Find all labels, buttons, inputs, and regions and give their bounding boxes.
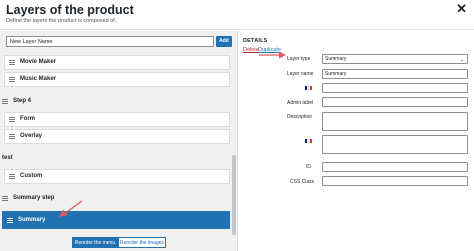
layer-name-input[interactable]: Summary: [322, 69, 468, 79]
layer-list-scrollbar[interactable]: [232, 155, 236, 235]
layer-type-value: Summary: [325, 56, 347, 62]
french-flag-icon: [305, 86, 312, 90]
reorder-tabs: Reorder the menu Reorder the images: [0, 237, 238, 251]
layers-panel: Add Movie Maker Music Maker Step 4 Form …: [0, 31, 238, 251]
admin-label-label: Admin label: [287, 100, 314, 106]
layer-item-custom[interactable]: Custom: [4, 169, 230, 184]
layer-item-summary[interactable]: Summary: [2, 211, 230, 229]
modal-header: Layers of the product Define the layers …: [0, 0, 474, 30]
delete-link[interactable]: Delete: [243, 47, 259, 53]
layer-group-step-4[interactable]: Step 4: [0, 95, 230, 110]
description-label: Description: [287, 114, 313, 120]
drag-handle-icon[interactable]: [9, 60, 15, 65]
css-class-label: CSS Class: [290, 179, 315, 185]
css-class-input[interactable]: [322, 176, 468, 186]
layer-item-overlay[interactable]: Overlay: [4, 129, 230, 144]
close-icon[interactable]: ✕: [456, 2, 467, 16]
layer-item-music-maker[interactable]: Music Maker: [4, 72, 230, 87]
layer-group-label: test: [2, 155, 13, 161]
drag-handle-icon[interactable]: [2, 196, 8, 201]
layer-item-label: Summary: [18, 217, 46, 223]
layer-item-label: Form: [20, 116, 35, 122]
layer-type-label: Layer type: [287, 56, 311, 62]
layer-item-label: Music Maker: [20, 76, 57, 82]
id-input[interactable]: [322, 162, 468, 172]
description-textarea[interactable]: [322, 112, 468, 131]
layer-name-translation-input[interactable]: [322, 83, 468, 93]
layer-group-summary-step[interactable]: Summary step: [0, 192, 230, 207]
layer-group-label: Step 4: [13, 98, 32, 104]
drag-handle-icon[interactable]: [9, 117, 15, 122]
layer-item-label: Overlay: [20, 133, 43, 139]
admin-label-input[interactable]: [322, 97, 468, 107]
modal-title: Layers of the product: [6, 3, 134, 17]
layer-list: Movie Maker Music Maker Step 4 Form Over…: [0, 55, 232, 235]
tab-reorder-images[interactable]: Reorder the images: [118, 237, 166, 248]
layer-type-select[interactable]: Summary ⌄: [322, 54, 468, 64]
annotation-arrow-icon: [59, 200, 83, 217]
drag-handle-icon[interactable]: [9, 134, 15, 139]
layer-name-label: Layer name: [287, 71, 314, 77]
layer-item-label: Custom: [20, 173, 43, 179]
layer-item-label: Movie Maker: [20, 59, 57, 65]
drag-handle-icon[interactable]: [9, 77, 15, 82]
description-translation-textarea[interactable]: [322, 135, 468, 154]
chevron-down-icon: ⌄: [459, 57, 464, 63]
drag-handle-icon[interactable]: [7, 218, 13, 223]
layer-item-form[interactable]: Form: [4, 112, 230, 127]
new-layer-input[interactable]: [6, 36, 214, 47]
details-heading: DETAILS: [243, 38, 268, 44]
drag-handle-icon[interactable]: [2, 99, 8, 104]
drag-handle-icon[interactable]: [9, 174, 15, 179]
layer-name-value: Summary: [325, 71, 347, 77]
annotation-arrow-icon: [259, 51, 286, 59]
tab-reorder-menu[interactable]: Reorder the menu: [72, 237, 118, 248]
id-label: ID: [306, 164, 311, 170]
french-flag-icon: [305, 139, 312, 143]
layer-group-label: Summary step: [13, 195, 55, 201]
add-layer-button[interactable]: Add: [216, 36, 232, 47]
layer-group-test[interactable]: test: [0, 152, 230, 167]
details-panel: DETAILS Delete Duplicate Layer type Summ…: [239, 31, 474, 251]
modal-subtitle: Define the layers the product is compose…: [6, 18, 117, 24]
layer-item-movie-maker[interactable]: Movie Maker: [4, 55, 230, 70]
